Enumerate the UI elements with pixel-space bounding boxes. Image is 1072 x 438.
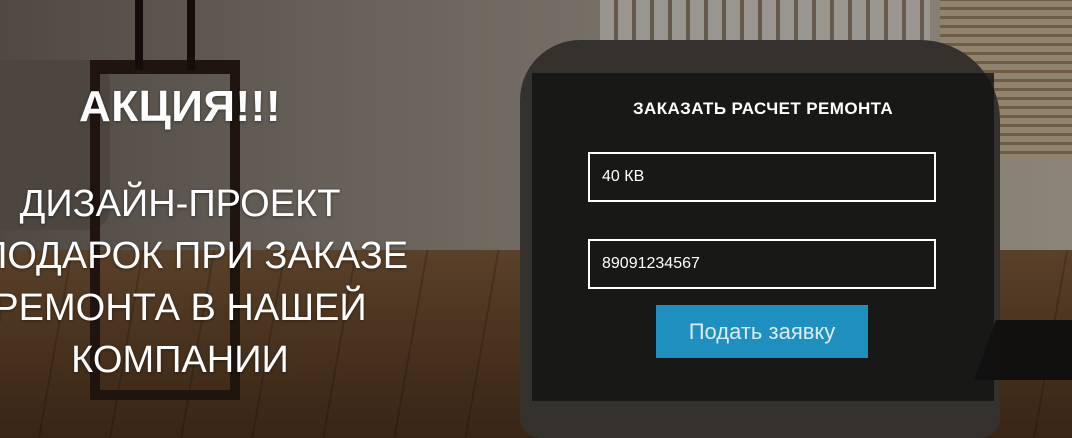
order-form: ЗАКАЗАТЬ РАСЧЕТ РЕМОНТА Подать заявку	[532, 73, 994, 401]
promo-line: ПОДАРОК ПРИ ЗАКАЗЕ	[0, 235, 409, 277]
phone-input[interactable]	[588, 239, 936, 289]
promo-line: ДИЗАЙН-ПРОЕКТ	[19, 183, 341, 225]
promo-line: РЕМОНТА В НАШЕЙ	[0, 287, 367, 329]
promo-line: КОМПАНИИ	[71, 339, 289, 381]
form-title: ЗАКАЗАТЬ РАСЧЕТ РЕМОНТА	[632, 99, 894, 118]
promo-title: АКЦИЯ!!!	[79, 82, 281, 131]
promo-description: ДИЗАЙН-ПРОЕКТ ПОДАРОК ПРИ ЗАКАЗЕ РЕМОНТА…	[0, 178, 409, 386]
submit-button[interactable]: Подать заявку	[656, 305, 868, 358]
area-input[interactable]	[588, 152, 936, 202]
